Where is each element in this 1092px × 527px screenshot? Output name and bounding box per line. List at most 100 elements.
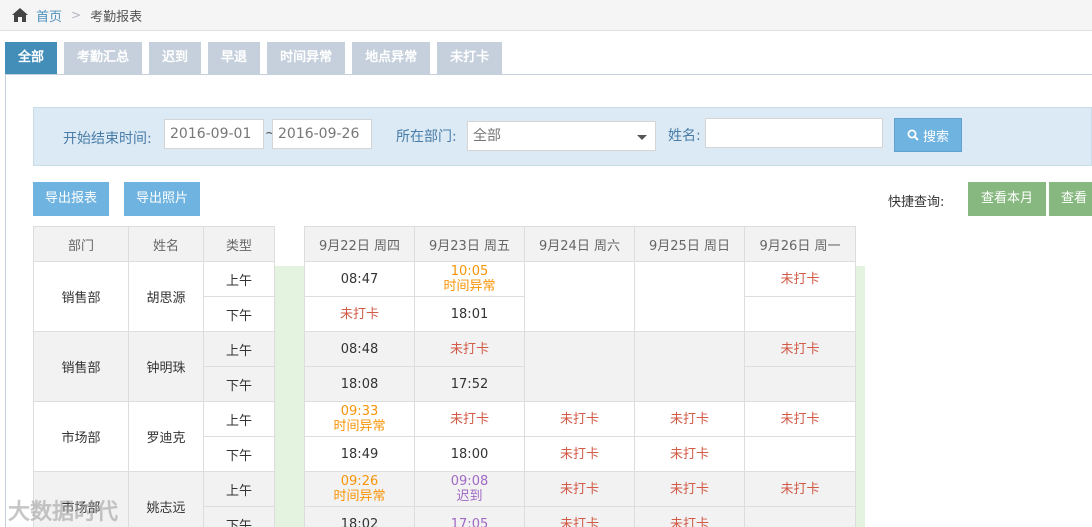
- employee-table: 部门 姓名 类型 销售部 胡思源 上午 下午 销售部 钟明珠 上午 下午 市场部…: [33, 226, 275, 527]
- type-pm: 下午: [203, 296, 275, 332]
- table-row: 18:02 17:05 未打卡 未打卡: [304, 506, 856, 527]
- tab-summary[interactable]: 考勤汇总: [64, 42, 143, 74]
- attendance-cell-empty: [634, 331, 745, 402]
- date-header: 9月26日 周一: [744, 226, 856, 262]
- quick-query-label: 快捷查询:: [888, 195, 945, 210]
- attendance-cell: 18:08: [304, 366, 415, 402]
- date-header: 9月22日 周四: [304, 226, 415, 262]
- attendance-cell: 未打卡: [414, 331, 525, 367]
- tab-early-leave[interactable]: 早退: [208, 42, 261, 74]
- attendance-cell: 未打卡: [524, 401, 635, 437]
- breadcrumb-home-link[interactable]: 首页: [36, 6, 62, 25]
- attendance-cell: 未打卡: [414, 401, 525, 437]
- table-row: 09:26 时间异常 09:08 迟到 未打卡 未打卡 未打卡: [304, 471, 856, 507]
- table-row: 销售部 胡思源 上午: [33, 261, 275, 332]
- attendance-cell-empty: [524, 331, 635, 402]
- type-am: 上午: [203, 401, 275, 437]
- attendance-cell: 未打卡: [304, 296, 415, 332]
- view-other-button[interactable]: 查看: [1049, 182, 1092, 216]
- table-row: 09:33 时间异常 未打卡 未打卡 未打卡 未打卡: [304, 401, 856, 437]
- tab-not-clocked[interactable]: 未打卡: [437, 42, 503, 74]
- status-late: 迟到: [456, 489, 483, 504]
- export-report-button[interactable]: 导出报表: [33, 182, 110, 216]
- attendance-cell-empty: [524, 261, 635, 332]
- status-abnormal: 时间异常: [333, 419, 386, 434]
- search-button[interactable]: 搜索: [894, 118, 962, 152]
- table-spacer-right: [855, 266, 865, 527]
- date-header: 9月23日 周五: [414, 226, 525, 262]
- attendance-cell: 未打卡: [524, 436, 635, 472]
- report-tabs: 全部 考勤汇总 迟到 早退 时间异常 地点异常 未打卡: [5, 42, 509, 74]
- status-abnormal: 时间异常: [443, 279, 496, 294]
- table-row: 08:47 10:05 时间异常 未打卡: [304, 261, 856, 332]
- employee-name: 钟明珠: [128, 331, 204, 402]
- attendance-cell: 08:47: [304, 261, 415, 297]
- attendance-cell: 17:05: [414, 506, 525, 527]
- attendance-cell: 18:02: [304, 506, 415, 527]
- attendance-cell: 未打卡: [634, 506, 745, 527]
- attendance-cell: 18:49: [304, 436, 415, 472]
- attendance-cell: 08:48: [304, 331, 415, 367]
- department-select-value: 全部: [473, 128, 501, 144]
- clock-time: 10:05: [450, 264, 489, 279]
- end-date-input[interactable]: 2016-09-26: [272, 119, 372, 149]
- name-input[interactable]: [705, 118, 883, 148]
- employee-dept: 市场部: [33, 401, 129, 472]
- attendance-cell: 未打卡: [634, 471, 745, 507]
- attendance-cell: 09:26 时间异常: [304, 471, 415, 507]
- attendance-cell: 未打卡: [744, 471, 856, 507]
- attendance-cell: 17:52: [414, 366, 525, 402]
- department-label: 所在部门:: [396, 129, 457, 145]
- clock-time: 09:26: [340, 474, 379, 489]
- attendance-cell-empty: [744, 506, 856, 527]
- type-am: 上午: [203, 471, 275, 507]
- clock-time: 09:33: [340, 404, 379, 419]
- attendance-cell: 未打卡: [744, 331, 856, 367]
- attendance-table: 9月22日 周四 9月23日 周五 9月24日 周六 9月25日 周日 9月26…: [304, 226, 856, 527]
- attendance-cell: 未打卡: [524, 471, 635, 507]
- start-date-input[interactable]: 2016-09-01: [164, 119, 264, 149]
- date-header: 9月24日 周六: [524, 226, 635, 262]
- attendance-cell: 18:01: [414, 296, 525, 332]
- employee-dept: 销售部: [33, 261, 129, 332]
- table-row: 08:48 未打卡 未打卡: [304, 331, 856, 402]
- employee-dept: 销售部: [33, 331, 129, 402]
- attendance-cell-empty: [744, 366, 856, 402]
- header-department: 部门: [33, 226, 129, 262]
- tab-all[interactable]: 全部: [5, 42, 58, 74]
- header-type: 类型: [203, 226, 275, 262]
- attendance-cell-empty: [634, 261, 745, 332]
- employee-name: 姚志远: [128, 471, 204, 527]
- type-pm: 下午: [203, 506, 275, 527]
- tab-time-abnormal[interactable]: 时间异常: [267, 42, 346, 74]
- attendance-cell: 未打卡: [744, 261, 856, 297]
- attendance-cell: 未打卡: [634, 436, 745, 472]
- date-header: 9月25日 周日: [634, 226, 745, 262]
- table-spacer: [274, 266, 304, 527]
- tab-location-abnormal[interactable]: 地点异常: [352, 42, 431, 74]
- search-icon: [907, 129, 919, 141]
- name-label: 姓名:: [668, 128, 701, 144]
- attendance-cell: 10:05 时间异常: [414, 261, 525, 297]
- type-pm: 下午: [203, 436, 275, 472]
- view-this-month-button[interactable]: 查看本月: [968, 182, 1046, 216]
- header-name: 姓名: [128, 226, 204, 262]
- attendance-cell: 18:00: [414, 436, 525, 472]
- employee-name: 罗迪克: [128, 401, 204, 472]
- tab-late[interactable]: 迟到: [149, 42, 202, 74]
- attendance-cell-empty: [744, 436, 856, 472]
- clock-time: 09:08: [450, 474, 489, 489]
- department-select[interactable]: 全部: [467, 121, 656, 151]
- time-range-label: 开始结束时间:: [63, 131, 152, 147]
- table-row: 销售部 钟明珠 上午: [33, 331, 275, 402]
- type-am: 上午: [203, 261, 275, 297]
- breadcrumb-separator: >: [71, 8, 82, 22]
- breadcrumb: 首页 > 考勤报表: [0, 0, 1092, 31]
- attendance-cell: 未打卡: [634, 401, 745, 437]
- employee-name: 胡思源: [128, 261, 204, 332]
- attendance-cell: 09:33 时间异常: [304, 401, 415, 437]
- search-button-label: 搜索: [922, 129, 949, 145]
- export-photo-button[interactable]: 导出照片: [124, 182, 201, 216]
- home-icon[interactable]: [12, 8, 28, 22]
- watermark: 大数据时代: [8, 500, 119, 525]
